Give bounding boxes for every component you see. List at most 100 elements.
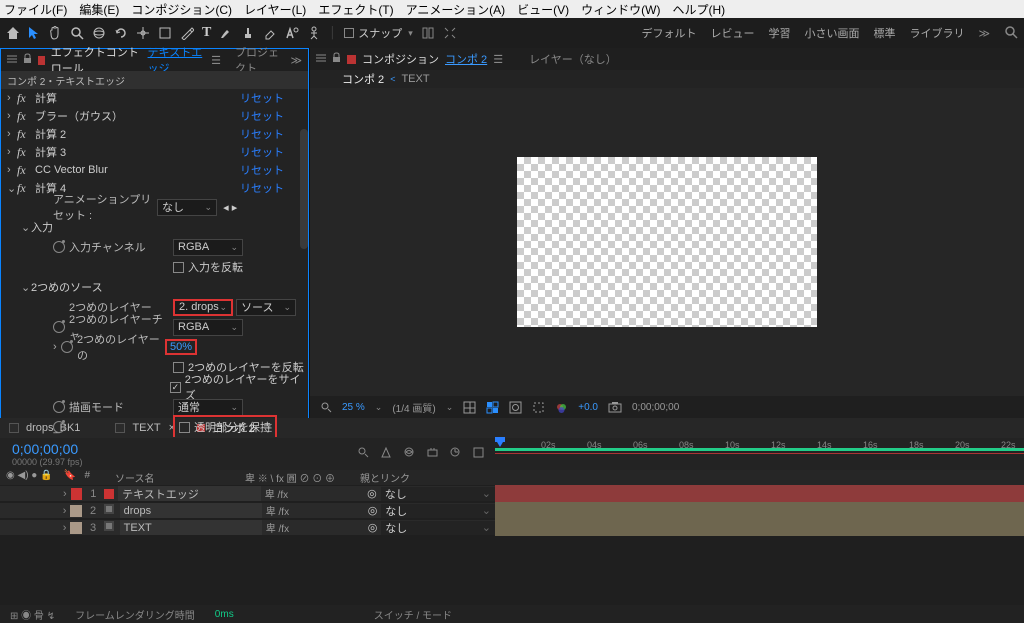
lock-icon[interactable] — [23, 53, 32, 67]
selection-tool-icon[interactable] — [28, 26, 40, 40]
prev-preset-icon[interactable]: ◂ — [223, 201, 229, 214]
fx-icon[interactable]: fx — [17, 109, 35, 124]
zoom-dropdown[interactable]: 25 % — [342, 402, 365, 413]
stopwatch-icon[interactable] — [53, 241, 65, 253]
anchor-tool-icon[interactable] — [136, 26, 150, 40]
effect-name[interactable]: ブラー（ガウス） — [35, 108, 240, 124]
panel-menu-icon[interactable] — [7, 54, 17, 66]
second-fit-checkbox[interactable] — [170, 382, 181, 393]
stopwatch-icon[interactable] — [53, 401, 65, 413]
tl-opt5-icon[interactable] — [472, 446, 485, 462]
ws-library[interactable]: ライブラリ — [909, 25, 964, 41]
grid-icon[interactable] — [463, 401, 476, 414]
playhead[interactable] — [495, 437, 505, 442]
layer-name[interactable]: drops — [120, 503, 262, 518]
preserve-alpha-checkbox[interactable] — [179, 422, 190, 433]
layer-name[interactable]: TEXT — [120, 520, 262, 535]
fx-icon[interactable]: fx — [17, 163, 35, 178]
brush-tool-icon[interactable] — [219, 26, 233, 40]
pickwhip-icon[interactable]: ◎ — [367, 487, 377, 500]
ws-more[interactable]: ≫ — [978, 27, 990, 40]
second-opacity-value[interactable]: 50% — [165, 339, 197, 355]
tab-menu-icon[interactable]: ☰ — [493, 53, 503, 66]
preview-time[interactable]: 0;00;00;00 — [632, 402, 679, 413]
stamp-tool-icon[interactable] — [241, 26, 255, 40]
menu-layer[interactable]: レイヤー(L) — [244, 1, 306, 18]
scrollbar-thumb[interactable] — [300, 129, 308, 249]
viewer-canvas[interactable] — [310, 88, 1024, 396]
second-channel-dropdown[interactable]: RGBA⌄ — [173, 319, 243, 336]
channel-icon[interactable] — [555, 401, 568, 414]
timeline-layer-row[interactable]: › 1 テキストエッジ 卑 /fx ◎なし⌄ — [0, 485, 1024, 502]
layer-switches[interactable]: 卑 /fx — [265, 486, 363, 501]
layer-bar[interactable] — [495, 502, 1024, 519]
blend-mode-dropdown[interactable]: 通常⌄ — [173, 399, 243, 416]
transparency-icon[interactable] — [486, 401, 499, 414]
reset-link[interactable]: リセット — [240, 108, 284, 124]
preset-dropdown[interactable]: なし⌄ — [157, 199, 217, 216]
expand-icon[interactable]: › — [7, 164, 17, 176]
expand-icon[interactable]: › — [7, 110, 17, 122]
effect-name[interactable]: 計算 2 — [35, 126, 240, 142]
effect-name[interactable]: CC Vector Blur — [35, 164, 240, 176]
quality-dropdown[interactable]: (1/4 画質) — [392, 400, 435, 415]
tab-overflow-icon[interactable]: ≫ — [290, 54, 302, 67]
expand-icon[interactable]: › — [63, 522, 67, 534]
timeline-layer-row[interactable]: › 3 TEXT 卑 /fx ◎なし⌄ — [0, 519, 1024, 536]
tab-menu-icon[interactable]: ☰ — [211, 54, 221, 67]
orbit-tool-icon[interactable] — [92, 26, 106, 40]
snap-toggle[interactable]: スナップ▾ — [344, 25, 413, 41]
layer-name[interactable]: テキストエッジ — [118, 486, 261, 501]
breadcrumb-text[interactable]: TEXT — [401, 73, 429, 85]
reset-link[interactable]: リセット — [240, 126, 284, 142]
panel-menu-icon[interactable] — [316, 53, 326, 65]
rotate-tool-icon[interactable] — [114, 26, 128, 40]
menu-view[interactable]: ビュー(V) — [517, 1, 569, 18]
work-area[interactable] — [495, 448, 1024, 451]
layer-none-tab[interactable]: レイヤー（なし） — [529, 51, 617, 67]
layer-color[interactable] — [70, 522, 82, 534]
menu-edit[interactable]: 編集(E) — [79, 1, 119, 18]
mask-icon[interactable] — [509, 401, 522, 414]
pickwhip-icon[interactable]: ◎ — [368, 504, 378, 517]
menu-file[interactable]: ファイル(F) — [4, 1, 67, 18]
layer-bar[interactable] — [495, 519, 1024, 536]
second-layer-source-dropdown[interactable]: ソース⌄ — [236, 299, 296, 316]
reset-link[interactable]: リセット — [240, 144, 284, 160]
tl-opt2-icon[interactable] — [403, 446, 416, 462]
lock-icon[interactable] — [332, 52, 341, 66]
menu-comp[interactable]: コンポジション(C) — [131, 1, 232, 18]
parent-dropdown[interactable]: なし⌄ — [381, 504, 495, 518]
fx-icon[interactable]: fx — [17, 145, 35, 160]
expand-icon[interactable]: › — [53, 341, 61, 353]
zoom-tool-icon[interactable] — [70, 26, 84, 40]
tl-opt3-icon[interactable] — [426, 446, 439, 462]
puppet-tool-icon[interactable] — [307, 26, 321, 40]
layer-switches[interactable]: 卑 /fx — [266, 520, 364, 535]
stopwatch-icon[interactable] — [61, 341, 73, 353]
parent-dropdown[interactable]: なし⌄ — [381, 487, 495, 501]
time-ruler[interactable]: 02s 04s 06s 08s 10s 12s 14s 16s 18s 20s … — [495, 438, 1024, 470]
layer-color[interactable] — [70, 505, 82, 517]
roi-icon[interactable] — [532, 401, 545, 414]
pen-tool-icon[interactable] — [180, 26, 194, 40]
switch-mode-toggle[interactable]: スイッチ / モード — [374, 607, 452, 622]
timecode[interactable]: 0;00;00;00 — [0, 441, 83, 457]
reset-link[interactable]: リセット — [240, 162, 284, 178]
search-icon[interactable] — [357, 446, 370, 462]
reset-link[interactable]: リセット — [240, 90, 284, 106]
pickwhip-icon[interactable]: ◎ — [368, 521, 378, 534]
stopwatch-icon[interactable] — [53, 421, 65, 433]
reset-link[interactable]: リセット — [240, 180, 284, 196]
ws-learn[interactable]: 学習 — [768, 25, 790, 41]
stopwatch-icon[interactable] — [53, 321, 65, 333]
expand-icon[interactable]: › — [7, 92, 17, 104]
parent-dropdown[interactable]: なし⌄ — [381, 521, 495, 535]
fx-icon[interactable]: fx — [17, 181, 35, 196]
ws-default[interactable]: デフォルト — [641, 25, 696, 41]
text-tool-icon[interactable]: T — [202, 25, 211, 41]
menu-help[interactable]: ヘルプ(H) — [673, 1, 726, 18]
breadcrumb-comp[interactable]: コンポ 2 — [342, 71, 384, 87]
expand-icon[interactable]: › — [7, 128, 17, 140]
tl-opt1-icon[interactable] — [380, 446, 393, 462]
